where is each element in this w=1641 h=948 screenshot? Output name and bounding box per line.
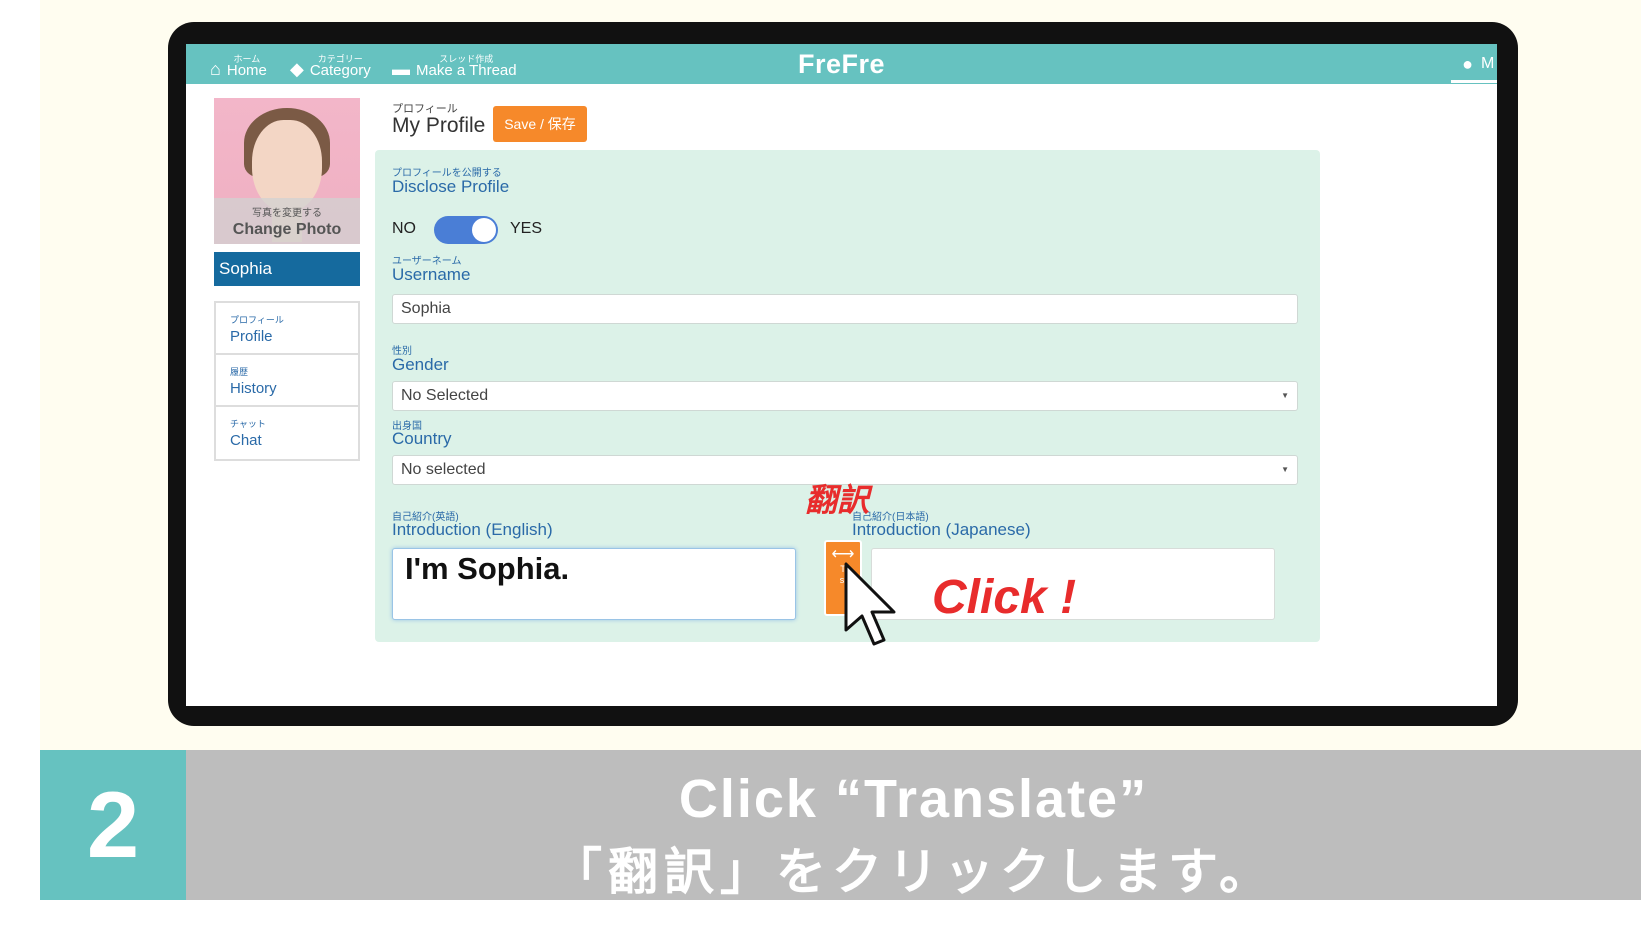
nav-make-thread[interactable]: ▬ スレッド作成 Make a Thread (392, 44, 517, 84)
user-name: M (1481, 55, 1495, 72)
sidebar-item-jp: 履歴 (230, 367, 249, 377)
brand-logo[interactable]: FreFre (186, 49, 1497, 80)
nav-thread-jp: スレッド作成 (439, 54, 494, 64)
tag-icon: ◆ (290, 59, 304, 79)
save-button[interactable]: Save / 保存 (493, 106, 587, 142)
step-caption-english: Click “Translate” (678, 769, 1149, 829)
nav-home-jp: ホーム (233, 54, 261, 64)
gender-select-value: No Selected (401, 387, 489, 404)
sidebar-username: Sophia (214, 252, 360, 286)
sidebar-item-jp: チャット (230, 419, 266, 429)
change-photo-jp: 写真を変更する (252, 208, 322, 219)
mouse-cursor-icon (844, 562, 896, 646)
nav-category[interactable]: ◆ カテゴリー Category (290, 44, 371, 84)
username-label: Username (392, 265, 471, 284)
translate-annotation: 翻訳 (805, 482, 870, 518)
sidebar-item-label: Profile (230, 328, 273, 345)
sidebar-item-label: Chat (230, 432, 262, 449)
chat-bubble-icon: ▬ (392, 59, 410, 79)
toggle-no-label: NO (392, 220, 416, 237)
sidebar-item-jp: プロフィール (230, 315, 284, 325)
country-select-value: No selected (401, 461, 486, 478)
sidebar-item-label: History (230, 380, 277, 397)
chevron-down-icon: ▼ (1281, 391, 1289, 400)
gender-select[interactable]: No Selected ▼ (392, 381, 1298, 411)
toggle-yes-label: YES (510, 220, 543, 237)
change-photo-label: Change Photo (232, 221, 342, 238)
step-caption-japanese: 「翻訳」をクリックします。 (552, 844, 1275, 900)
click-annotation: Click ! (932, 571, 1077, 624)
user-menu[interactable]: ● M (1462, 44, 1497, 84)
step-caption-banner: 2 Click “Translate” 「翻訳」をクリックします。 (40, 750, 1641, 900)
nav-category-jp: カテゴリー (317, 54, 363, 64)
intro-ja-label: Introduction (Japanese) (852, 520, 1031, 539)
sidebar-item-profile[interactable]: プロフィール Profile (216, 303, 358, 355)
home-icon: ⌂ (210, 59, 221, 79)
change-photo-overlay[interactable]: 写真を変更する Change Photo (214, 198, 360, 244)
step-number: 2 (40, 750, 186, 900)
page-title: My Profile (392, 114, 486, 137)
intro-english-textarea[interactable]: I'm Sophia. (392, 548, 796, 620)
sidebar-menu: プロフィール Profile 履歴 History チャット Chat (214, 301, 360, 461)
sidebar-item-chat[interactable]: チャット Chat (216, 407, 358, 459)
disclose-toggle[interactable] (434, 216, 498, 244)
toggle-knob (472, 218, 496, 242)
disclose-label: Disclose Profile (392, 177, 510, 196)
intro-en-label: Introduction (English) (392, 520, 553, 539)
profile-photo[interactable]: 写真を変更する Change Photo (214, 98, 360, 244)
username-input[interactable]: Sophia (392, 294, 1298, 324)
user-icon: ● (1462, 53, 1473, 74)
chevron-down-icon: ▼ (1281, 465, 1289, 474)
user-menu-underline (1451, 80, 1497, 83)
gender-label: Gender (392, 355, 449, 374)
navbar: ⌂ ホーム Home ◆ カテゴリー Category ▬ スレッド作成 Make a… (186, 44, 1497, 84)
sidebar-item-history[interactable]: 履歴 History (216, 355, 358, 407)
country-label: Country (392, 429, 452, 448)
nav-home[interactable]: ⌂ ホーム Home (210, 44, 267, 84)
